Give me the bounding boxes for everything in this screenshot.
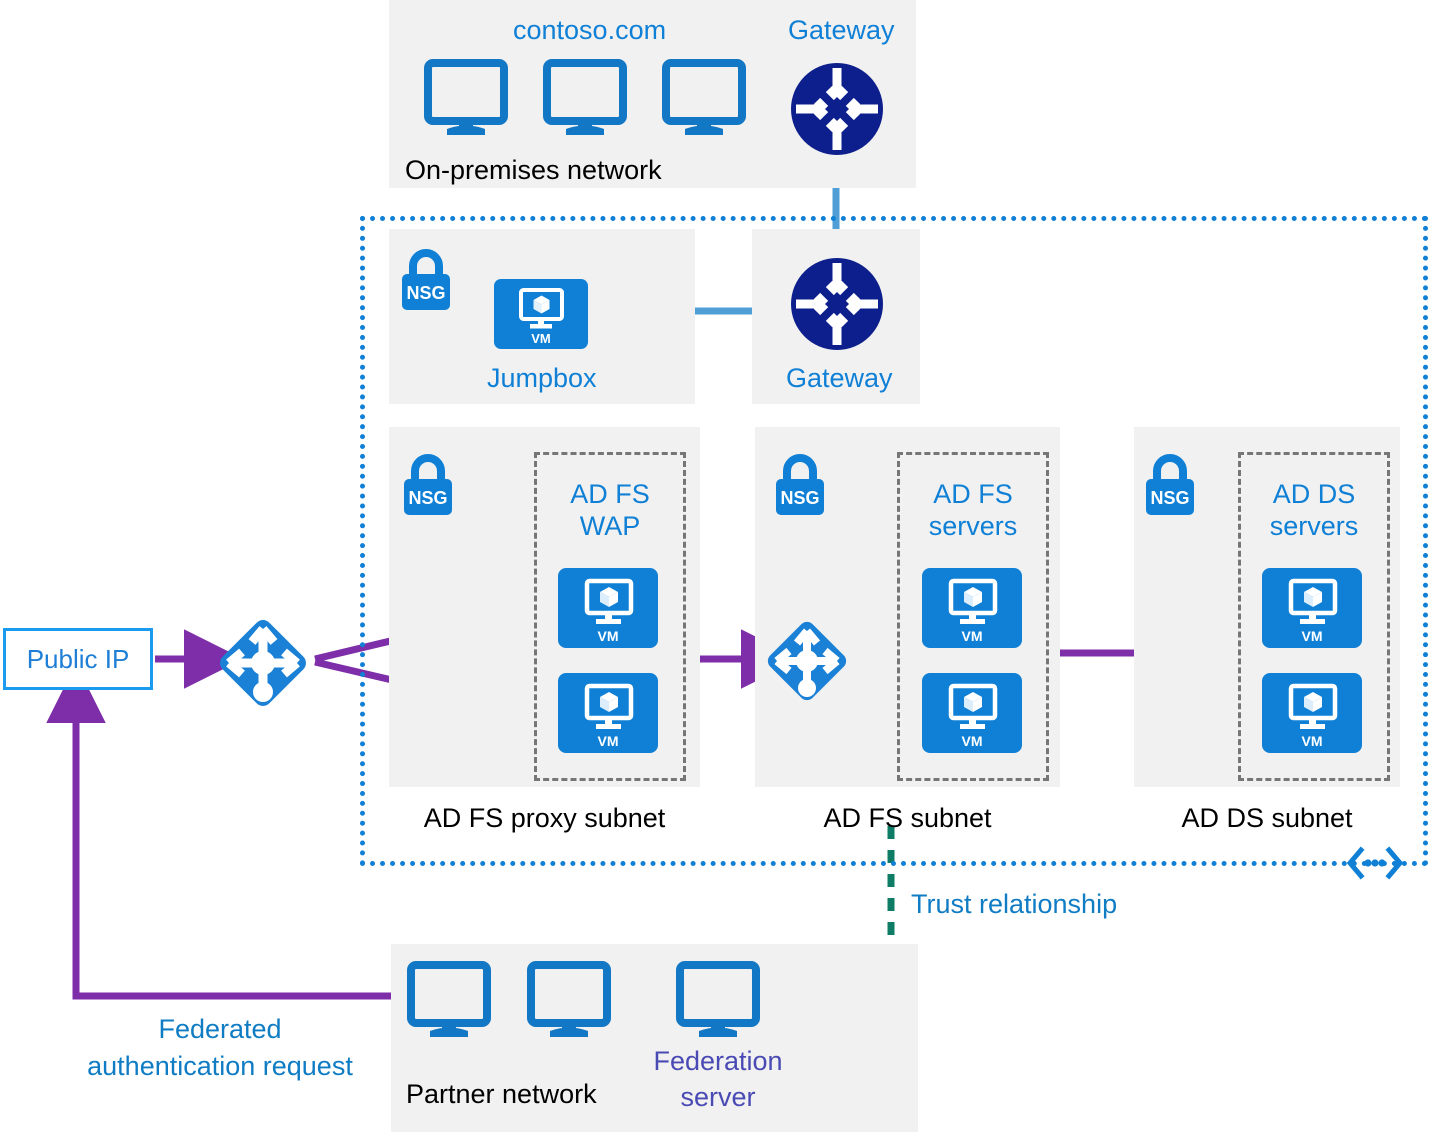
onprem-gateway-label: Gateway: [788, 15, 895, 45]
external-load-balancer-icon[interactable]: [213, 613, 313, 713]
jumpbox-caption: Jumpbox: [487, 363, 597, 393]
adds-servers-tier-label-line1: AD DS: [1272, 479, 1356, 509]
partner-workstation-2: [527, 961, 611, 1040]
svg-text:VM: VM: [1302, 628, 1323, 644]
partner-network-label: Partner network: [406, 1079, 597, 1109]
onprem-network-label: On-premises network: [405, 155, 662, 185]
svg-text:VM: VM: [1302, 733, 1323, 749]
svg-text:VM: VM: [598, 733, 619, 749]
adds-server-vm-1[interactable]: VM: [1262, 568, 1362, 648]
svg-text:NSG: NSG: [780, 488, 819, 508]
adfs-proxy-nsg-icon: NSG: [401, 452, 455, 518]
partner-federation-server-workstation: [676, 961, 760, 1040]
svg-text:VM: VM: [962, 628, 983, 644]
adfs-server-vm-1[interactable]: VM: [922, 568, 1022, 648]
svg-text:VM: VM: [531, 331, 551, 346]
svg-text:VM: VM: [962, 733, 983, 749]
adfs-servers-tier-label-line2: servers: [928, 511, 1018, 541]
adfs-servers-tier-label-line1: AD FS: [933, 479, 1013, 509]
adds-nsg-icon: NSG: [1143, 452, 1197, 518]
vnet-continuation-marker-icon: [1346, 845, 1404, 881]
federation-server-label-line2: server: [680, 1082, 756, 1112]
adds-servers-tier-label-line2: servers: [1269, 511, 1359, 541]
adfs-wap-tier-label-line1: AD FS: [570, 479, 650, 509]
vnet-gateway-icon: [789, 256, 885, 352]
trust-relationship-label: Trust relationship: [911, 889, 1118, 919]
architecture-diagram: contoso.com Gateway On-premises network …: [0, 0, 1433, 1132]
svg-text:NSG: NSG: [1150, 488, 1189, 508]
arrow-federated-auth-request: [46, 663, 404, 1000]
adfs-wap-vm-2[interactable]: VM: [558, 673, 658, 753]
adfs-proxy-subnet-caption: AD FS proxy subnet: [423, 803, 666, 833]
federation-server-label-line1: Federation: [653, 1046, 783, 1076]
adfs-wap-vm-1[interactable]: VM: [558, 568, 658, 648]
svg-text:NSG: NSG: [406, 283, 445, 303]
onprem-workstation-3: [662, 59, 746, 138]
partner-workstation-1: [407, 961, 491, 1040]
adfs-subnet-caption: AD FS subnet: [823, 803, 992, 833]
federated-auth-label-line2: authentication request: [87, 1051, 353, 1081]
svg-text:NSG: NSG: [408, 488, 447, 508]
svg-text:VM: VM: [598, 628, 619, 644]
onprem-domain-label: contoso.com: [513, 15, 667, 45]
vnet-gateway-caption: Gateway: [786, 363, 893, 393]
adfs-nsg-icon: NSG: [773, 452, 827, 518]
adfs-server-vm-2[interactable]: VM: [922, 673, 1022, 753]
federated-auth-label-line1: Federated: [158, 1014, 282, 1044]
public-ip-box[interactable]: Public IP: [3, 628, 153, 690]
jumpbox-vm[interactable]: VM: [494, 279, 588, 349]
jumpbox-nsg-icon: NSG: [399, 247, 453, 313]
onprem-gateway-icon: [789, 61, 885, 157]
public-ip-label: Public IP: [26, 643, 130, 674]
onprem-workstation-2: [543, 59, 627, 138]
adfs-wap-tier-label-line2: WAP: [579, 511, 641, 541]
adfs-internal-load-balancer-icon[interactable]: [760, 614, 854, 708]
onprem-workstation-1: [424, 59, 508, 138]
adds-subnet-caption: AD DS subnet: [1181, 803, 1353, 833]
adds-server-vm-2[interactable]: VM: [1262, 673, 1362, 753]
